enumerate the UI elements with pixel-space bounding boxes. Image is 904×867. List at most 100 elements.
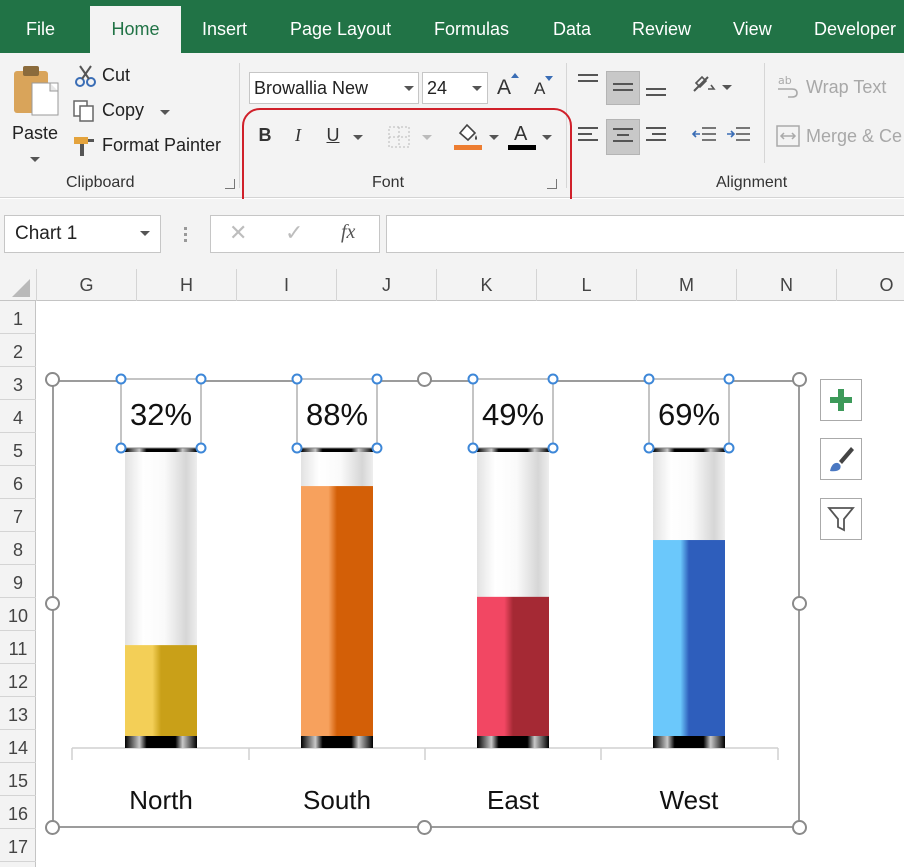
- shrink-font-button[interactable]: A: [531, 75, 555, 101]
- resize-handle[interactable]: [417, 372, 432, 387]
- column-header[interactable]: G: [36, 269, 136, 301]
- grow-arrow-icon: [511, 73, 519, 78]
- formula-bar-handle[interactable]: [182, 225, 188, 245]
- tab-formulas[interactable]: Formulas: [434, 0, 509, 53]
- align-right-icon: [646, 127, 666, 141]
- row-header[interactable]: 5: [0, 433, 36, 466]
- align-left-button[interactable]: [576, 123, 602, 153]
- row-header[interactable]: 6: [0, 466, 36, 499]
- row-header[interactable]: 4: [0, 400, 36, 433]
- column-header[interactable]: L: [536, 269, 636, 301]
- column-header[interactable]: K: [436, 269, 536, 301]
- tab-developer[interactable]: Developer: [814, 0, 896, 53]
- svg-text:ab: ab: [778, 74, 792, 87]
- resize-handle[interactable]: [792, 820, 807, 835]
- tab-file[interactable]: File: [26, 0, 55, 53]
- resize-handle[interactable]: [45, 820, 60, 835]
- clipboard-dialog-launcher[interactable]: [225, 179, 235, 189]
- grow-font-button[interactable]: A: [496, 73, 520, 101]
- column-header[interactable]: M: [636, 269, 736, 301]
- font-size-dropdown-caret[interactable]: [472, 86, 482, 91]
- clipboard-icon: [14, 66, 59, 116]
- orientation-dropdown-caret[interactable]: [722, 85, 732, 90]
- font-name-dropdown-caret[interactable]: [404, 86, 414, 91]
- font-size-value: 24: [427, 78, 448, 98]
- chart-styles-button[interactable]: [820, 438, 862, 480]
- scissors-icon: [75, 65, 96, 87]
- top-align-button[interactable]: [576, 71, 602, 101]
- row-header[interactable]: 15: [0, 763, 36, 796]
- wrap-text-icon: ab: [778, 74, 798, 98]
- merge-center-button[interactable]: Merge & Ce: [776, 123, 904, 153]
- row-header[interactable]: 12: [0, 664, 36, 697]
- row-header[interactable]: 7: [0, 499, 36, 532]
- row-header[interactable]: 13: [0, 697, 36, 730]
- chart-filters-button[interactable]: [820, 498, 862, 540]
- middle-align-button[interactable]: [606, 71, 640, 105]
- formula-input[interactable]: [386, 215, 904, 253]
- name-box[interactable]: Chart 1: [4, 215, 161, 253]
- resize-handle[interactable]: [792, 596, 807, 611]
- select-all-button[interactable]: [12, 279, 30, 297]
- middle-align-icon: [613, 83, 633, 91]
- column-header[interactable]: H: [136, 269, 236, 301]
- group-separator: [764, 63, 765, 163]
- column-header[interactable]: I: [236, 269, 336, 301]
- paintbrush-icon: [74, 137, 94, 156]
- align-center-button[interactable]: [606, 119, 640, 155]
- row-header[interactable]: 11: [0, 631, 36, 664]
- column-header[interactable]: J: [336, 269, 436, 301]
- tab-home[interactable]: Home: [90, 6, 181, 53]
- align-center-icon: [613, 128, 633, 142]
- cancel-icon[interactable]: ✕: [229, 220, 247, 246]
- font-name-value: Browallia New: [254, 78, 369, 98]
- row-header[interactable]: 8: [0, 532, 36, 565]
- shrink-font-icon: A: [534, 79, 546, 98]
- copy-dropdown-caret[interactable]: [160, 110, 170, 115]
- wrap-text-button[interactable]: ab Wrap Text: [776, 73, 904, 103]
- paste-dropdown-caret[interactable]: [30, 157, 40, 162]
- tab-view[interactable]: View: [733, 0, 772, 53]
- tab-page-layout[interactable]: Page Layout: [290, 0, 391, 53]
- clipboard-group-label: Clipboard: [66, 174, 135, 191]
- format-painter-button[interactable]: Format Painter: [72, 133, 232, 161]
- name-box-dropdown-caret[interactable]: [140, 231, 150, 236]
- column-headers: G H I J K L M N O: [0, 269, 904, 301]
- decrease-indent-button[interactable]: [691, 123, 720, 153]
- row-header[interactable]: 16: [0, 796, 36, 829]
- chart-area[interactable]: [52, 380, 800, 828]
- copy-button[interactable]: Copy: [72, 98, 176, 126]
- resize-handle[interactable]: [45, 372, 60, 387]
- paste-button[interactable]: Paste: [6, 61, 62, 166]
- cut-button[interactable]: Cut: [72, 63, 142, 91]
- enter-icon[interactable]: ✓: [285, 220, 303, 246]
- column-header[interactable]: N: [736, 269, 836, 301]
- font-name-box[interactable]: Browallia New: [249, 72, 419, 104]
- row-header[interactable]: 14: [0, 730, 36, 763]
- row-header[interactable]: 10: [0, 598, 36, 631]
- tab-data[interactable]: Data: [553, 0, 591, 53]
- plus-icon: [830, 389, 852, 411]
- tab-insert[interactable]: Insert: [202, 0, 247, 53]
- row-header[interactable]: 2: [0, 334, 36, 367]
- row-header[interactable]: 1: [0, 301, 36, 334]
- row-header[interactable]: 3: [0, 367, 36, 400]
- orientation-button[interactable]: [690, 71, 732, 101]
- align-left-icon: [578, 127, 598, 141]
- copy-icon: [73, 100, 94, 122]
- align-right-button[interactable]: [644, 123, 670, 153]
- tab-review[interactable]: Review: [632, 0, 691, 53]
- chart-elements-button[interactable]: [820, 379, 862, 421]
- row-header[interactable]: 17: [0, 829, 36, 862]
- wrap-text-label: Wrap Text: [806, 77, 887, 97]
- resize-handle[interactable]: [417, 820, 432, 835]
- increase-indent-button[interactable]: [726, 123, 754, 153]
- column-header[interactable]: O: [836, 269, 904, 301]
- formula-bar: Chart 1 ✕ ✓ fx: [0, 199, 904, 269]
- resize-handle[interactable]: [792, 372, 807, 387]
- resize-handle[interactable]: [45, 596, 60, 611]
- row-header[interactable]: 9: [0, 565, 36, 598]
- alignment-group-label: Alignment: [716, 174, 788, 191]
- bottom-align-button[interactable]: [644, 75, 670, 105]
- insert-function-button[interactable]: fx: [341, 221, 355, 244]
